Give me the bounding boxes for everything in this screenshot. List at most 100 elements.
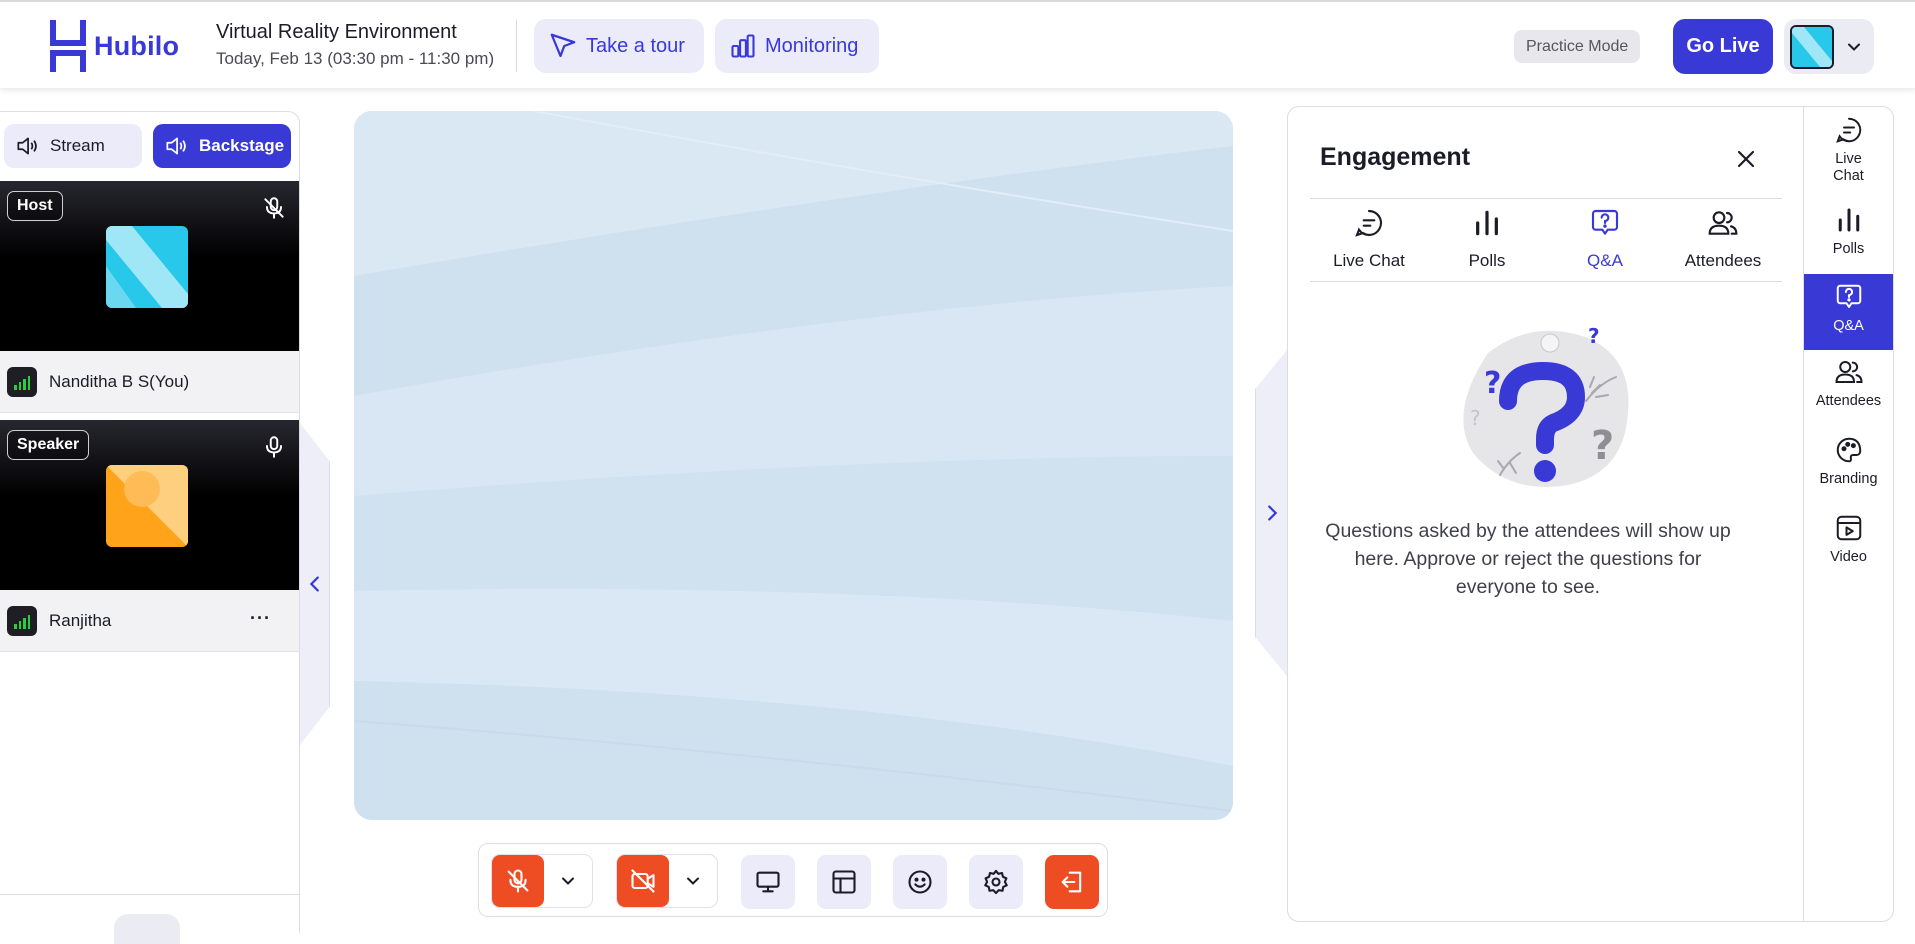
mic-options-button[interactable] [544,855,592,907]
chevron-down-icon [1848,43,1860,51]
speaker-icon [166,137,186,155]
event-title: Virtual Reality Environment [216,21,457,43]
take-a-tour-label: Take a tour [586,34,685,57]
more-options-icon[interactable]: ··· [250,608,271,629]
hubilo-logo[interactable]: Hubilo [48,18,179,74]
chevron-down-icon [687,877,699,885]
panel-bottom-handle[interactable] [114,914,180,944]
rail-item-live-chat[interactable]: Live Chat [1804,115,1893,189]
camera-off-icon [631,869,655,893]
rail-item-qa[interactable]: Q&A [1804,274,1893,350]
toggle-mic-button[interactable] [492,855,544,907]
stage-background [354,111,1233,820]
engagement-side-rail: Live Chat Polls Q&A Attendees Branding V… [1804,106,1894,922]
tab-qa[interactable]: Q&A [1546,199,1664,281]
monitoring-button[interactable]: Monitoring [715,19,879,73]
cursor-arrow-icon [550,33,576,58]
leave-stage-button[interactable] [1045,855,1099,909]
rail-label: Polls [1832,241,1865,257]
svg-text:?: ? [1470,406,1481,430]
rail-label: Branding [1819,471,1878,487]
attendees-icon [1834,361,1863,383]
polls-icon [1838,208,1859,232]
camera-control-group [616,854,718,908]
expand-stage-button[interactable] [1255,350,1287,676]
rail-item-video[interactable]: Video [1804,513,1893,579]
tab-label: Live Chat [1333,251,1405,270]
qa-icon [1591,209,1619,235]
camera-options-button[interactable] [669,855,717,907]
participant-name: Ranjitha [49,610,112,630]
video-icon [1836,515,1861,541]
gear-icon [984,869,1008,895]
chat-icon [1355,209,1383,237]
speaker-avatar [106,465,188,547]
tab-attendees[interactable]: Attendees [1664,199,1782,281]
qa-icon [1836,284,1861,308]
engagement-title: Engagement [1320,143,1471,171]
brand-name: Hubilo [94,30,180,61]
backstage-label: Backstage [199,136,285,155]
layout-button[interactable] [817,855,871,909]
backstage-tab[interactable]: Backstage [153,124,291,168]
attendees-icon [1708,211,1738,235]
mic-control-group [491,854,593,908]
event-date: Today, Feb 13 (03:30 pm - 11:30 pm) [216,49,495,68]
participant-name: Nanditha B S(You) [49,371,190,391]
rail-item-branding[interactable]: Branding [1804,435,1893,501]
rail-item-polls[interactable]: Polls [1804,205,1893,265]
collapse-left-panel-button[interactable] [300,423,330,745]
polls-icon [1476,210,1498,236]
chevron-right-icon [1267,505,1277,521]
host-video-tile[interactable]: Host [0,181,299,351]
bar-chart-icon [731,34,755,58]
host-avatar [106,226,188,308]
signal-strength-icon [7,605,37,636]
speaker-video-tile[interactable]: Speaker [0,420,299,590]
toggle-camera-button[interactable] [617,855,669,907]
mic-off-icon [507,869,529,893]
engagement-tabs: Live Chat Polls Q&A Attendees [1310,198,1782,282]
go-live-button[interactable]: Go Live [1673,19,1773,74]
svg-text:?: ? [1591,423,1614,469]
rail-label: Attendees [1815,393,1882,409]
speaker-icon [17,137,37,155]
emoji-icon [908,870,932,894]
header-divider [516,20,517,72]
profile-menu[interactable] [1784,19,1874,74]
signal-strength-icon [7,366,37,397]
monitoring-label: Monitoring [765,34,859,57]
rail-label: Live Chat [1833,151,1864,184]
close-icon[interactable] [1734,147,1758,171]
monitor-icon [756,871,780,893]
engagement-panel: Engagement Live Chat Polls Q&A Attendees… [1287,106,1804,922]
stream-tab[interactable]: Stream [4,124,142,168]
speaker-name-row: Ranjitha ··· [0,590,299,652]
tab-label: Attendees [1684,251,1762,270]
panel-divider [0,894,299,895]
qa-empty-illustration: ? ? ? ? [1448,313,1638,493]
rail-label: Q&A [1833,318,1864,334]
tab-polls[interactable]: Polls [1428,199,1546,281]
reactions-button[interactable] [893,855,947,909]
svg-text:?: ? [1588,324,1600,348]
svg-text:?: ? [1484,366,1501,401]
take-a-tour-button[interactable]: Take a tour [534,19,704,73]
qa-empty-message: Questions asked by the attendees will sh… [1325,520,1731,598]
settings-button[interactable] [969,855,1023,909]
tab-label: Q&A [1587,251,1623,270]
tab-live-chat[interactable]: Live Chat [1310,199,1428,281]
mic-muted-icon[interactable] [261,195,287,221]
practice-mode-badge[interactable]: Practice Mode [1514,30,1641,63]
host-name-row: Nanditha B S(You) [0,351,299,413]
share-screen-button[interactable] [741,855,795,909]
rail-item-attendees[interactable]: Attendees [1804,357,1893,421]
chevron-left-icon [309,576,319,592]
palette-icon [1836,437,1861,463]
tab-label: Polls [1468,251,1506,270]
chevron-down-icon [562,877,574,885]
stage-canvas [354,111,1233,820]
mic-icon[interactable] [261,434,287,460]
role-badge: Host [7,191,63,221]
top-header: Hubilo Virtual Reality Environment Today… [0,0,1915,88]
